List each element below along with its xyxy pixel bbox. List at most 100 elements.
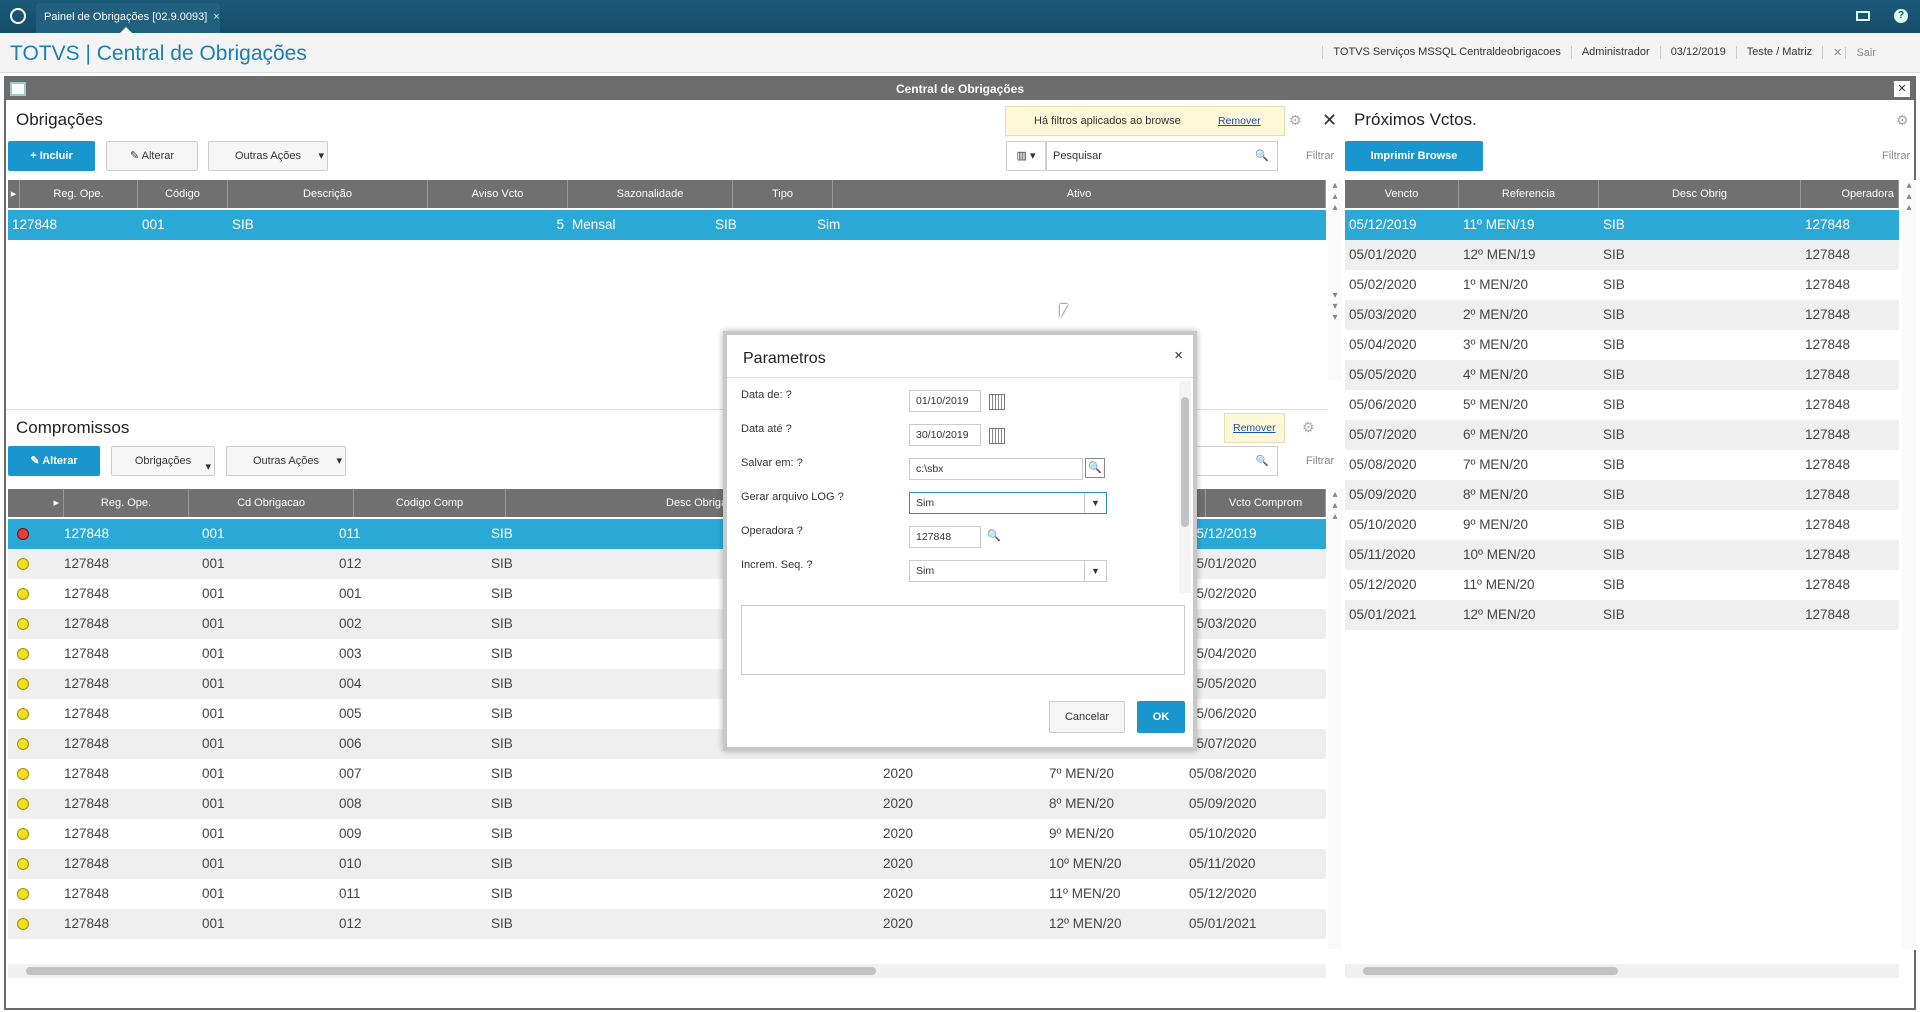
salvar-em-input[interactable]: c:\sbx bbox=[909, 458, 1083, 480]
proximos-settings-icon[interactable]: ⚙ bbox=[1896, 112, 1909, 129]
table-row[interactable]: 05/12/2019 11º MEN/19 SIB 127848 bbox=[1345, 210, 1899, 240]
col-ativo[interactable]: Ativo bbox=[833, 180, 1326, 208]
col-cd-obrigacao[interactable]: Cd Obrigacao bbox=[189, 489, 354, 517]
table-row[interactable]: 05/11/2020 10º MEN/20 SIB 127848 bbox=[1345, 540, 1899, 570]
status-dot-icon bbox=[8, 819, 60, 849]
table-row[interactable]: 05/10/2020 9º MEN/20 SIB 127848 bbox=[1345, 510, 1899, 540]
comp-obrigacoes-button[interactable]: Obrigações ▾ bbox=[111, 446, 215, 476]
comp-filtrar-link[interactable]: Filtrar bbox=[1306, 455, 1334, 467]
col-aviso-vcto[interactable]: Aviso Vcto bbox=[428, 180, 568, 208]
table-row[interactable]: 127848 001 009 SIB 2020 9º MEN/20 05/10/2020 bbox=[8, 819, 1326, 849]
ok-button[interactable]: OK bbox=[1137, 701, 1185, 733]
mouse-cursor-icon bbox=[1060, 304, 1068, 318]
col-sazonalidade[interactable]: Sazonalidade bbox=[568, 180, 733, 208]
table-row[interactable]: 05/06/2020 5º MEN/20 SIB 127848 bbox=[1345, 390, 1899, 420]
table-row[interactable]: 05/01/2020 12º MEN/19 SIB 127848 bbox=[1345, 240, 1899, 270]
chevron-down-icon[interactable]: ▼ bbox=[1084, 493, 1106, 513]
compromissos-settings-icon[interactable]: ⚙ bbox=[1302, 419, 1315, 436]
col-vencto[interactable]: Vencto bbox=[1345, 180, 1459, 208]
col-operadora[interactable]: Operadora bbox=[1801, 180, 1899, 208]
filtrar-link[interactable]: Filtrar bbox=[1306, 150, 1334, 162]
operadora-search-icon[interactable]: 🔍 bbox=[987, 529, 1001, 542]
data-de-input[interactable]: 01/10/2019 bbox=[909, 390, 981, 412]
alterar-button[interactable]: ✎ Alterar bbox=[106, 141, 198, 171]
comp-search-icon[interactable]: 🔍 bbox=[1256, 451, 1269, 471]
imprimir-browse-button[interactable]: Imprimir Browse bbox=[1345, 141, 1483, 171]
col-vcto-comprom[interactable]: Vcto Comprom bbox=[1206, 489, 1326, 517]
dialog-scrollbar[interactable] bbox=[1179, 381, 1191, 593]
window-close-icon[interactable]: ✕ bbox=[1894, 81, 1910, 97]
app-logo-icon[interactable] bbox=[10, 8, 26, 24]
comp-search-input[interactable]: 🔍 bbox=[1196, 446, 1278, 476]
gerar-log-select[interactable]: Sim ▼ bbox=[909, 492, 1107, 514]
compromissos-scrollbar[interactable]: ▴ ▴ ▴ bbox=[1328, 489, 1342, 949]
col-codigo-comp[interactable]: Codigo Comp bbox=[354, 489, 506, 517]
col-descricao[interactable]: Descrição bbox=[228, 180, 428, 208]
remove-filter-link[interactable]: Remover bbox=[1218, 107, 1261, 135]
table-row[interactable]: 05/02/2020 1º MEN/20 SIB 127848 bbox=[1345, 270, 1899, 300]
header-info: TOTVS Serviços MSSQL Centraldeobrigacoes… bbox=[1322, 46, 1896, 59]
table-row[interactable]: 127848 001 012 SIB 2020 12º MEN/20 05/01/2021 bbox=[8, 909, 1326, 939]
proximos-scrollbar[interactable]: ▴ ▴ ▴ bbox=[1902, 180, 1916, 950]
compromissos-remove-link[interactable]: Remover bbox=[1233, 422, 1276, 434]
table-row[interactable]: 127848 001 008 SIB 2020 8º MEN/20 05/09/2020 bbox=[8, 789, 1326, 819]
help-icon[interactable]: ? bbox=[1894, 9, 1908, 23]
cell-reg-ope: 127848 bbox=[64, 676, 110, 691]
search-input[interactable]: Pesquisar 🔍 bbox=[1046, 141, 1278, 171]
table-row[interactable]: 05/04/2020 3º MEN/20 SIB 127848 bbox=[1345, 330, 1899, 360]
col-reg-ope[interactable]: Reg. Ope. bbox=[64, 489, 189, 517]
proximos-filtrar-link[interactable]: Filtrar bbox=[1882, 150, 1910, 162]
table-row[interactable]: 127848 001 010 SIB 2020 10º MEN/20 05/11/2020 bbox=[8, 849, 1326, 879]
compromissos-hscroll[interactable] bbox=[8, 964, 1326, 978]
tab-close-icon[interactable]: × bbox=[213, 11, 219, 23]
cancelar-button[interactable]: Cancelar bbox=[1049, 701, 1125, 733]
table-row[interactable]: 05/07/2020 6º MEN/20 SIB 127848 bbox=[1345, 420, 1899, 450]
col-reg-ope[interactable]: Reg. Ope. bbox=[20, 180, 138, 208]
comp-alterar-button[interactable]: ✎ Alterar bbox=[8, 446, 100, 476]
columns-toggle-button[interactable]: ▥ ▾ bbox=[1006, 141, 1046, 171]
table-row[interactable]: 05/12/2020 11º MEN/20 SIB 127848 bbox=[1345, 570, 1899, 600]
tab-painel-obrigacoes[interactable]: Painel de Obrigações [02.9.0093] × bbox=[36, 3, 220, 33]
folder-search-icon[interactable]: 🔍 bbox=[1085, 458, 1105, 478]
table-row[interactable]: 05/09/2020 8º MEN/20 SIB 127848 bbox=[1345, 480, 1899, 510]
incluir-button[interactable]: + Incluir bbox=[8, 141, 95, 171]
increm-seq-select[interactable]: Sim ▼ bbox=[909, 560, 1107, 582]
scroll-thumb[interactable] bbox=[1363, 967, 1618, 975]
window-menu-icon[interactable] bbox=[10, 82, 26, 96]
scroll-thumb[interactable] bbox=[1181, 397, 1189, 527]
proximos-hscroll[interactable] bbox=[1345, 964, 1899, 978]
mail-icon[interactable] bbox=[1856, 11, 1870, 21]
table-row[interactable]: 127848 001 SIB 5 Mensal SIB Sim bbox=[8, 210, 1326, 240]
table-row[interactable]: 05/08/2020 7º MEN/20 SIB 127848 bbox=[1345, 450, 1899, 480]
chevron-down-icon[interactable]: ▼ bbox=[1084, 561, 1106, 581]
exit-button[interactable]: ✕ Sair bbox=[1822, 46, 1896, 59]
col-desc-obrig[interactable]: Desc Obrig bbox=[1599, 180, 1801, 208]
cell-ativo: Sim bbox=[817, 217, 841, 232]
col-tipo[interactable]: Tipo bbox=[733, 180, 833, 208]
calendar-icon[interactable] bbox=[989, 428, 1005, 444]
calendar-icon[interactable] bbox=[989, 394, 1005, 410]
help-textarea[interactable] bbox=[741, 605, 1185, 675]
operadora-input[interactable]: 127848 bbox=[909, 526, 981, 548]
table-row[interactable]: 127848 001 007 SIB 2020 7º MEN/20 05/08/2020 bbox=[8, 759, 1326, 789]
close-panel-icon[interactable]: ✕ bbox=[1322, 110, 1337, 131]
data-ate-input[interactable]: 30/10/2019 bbox=[909, 424, 981, 446]
dialog-close-icon[interactable]: × bbox=[1174, 347, 1183, 364]
table-row[interactable]: 127848 001 011 SIB 2020 11º MEN/20 05/12/2020 bbox=[8, 879, 1326, 909]
search-icon[interactable]: 🔍 bbox=[1255, 142, 1269, 170]
table-row[interactable]: 05/01/2021 12º MEN/20 SIB 127848 bbox=[1345, 600, 1899, 630]
col-referencia[interactable]: Referencia bbox=[1459, 180, 1599, 208]
table-row[interactable]: 05/03/2020 2º MEN/20 SIB 127848 bbox=[1345, 300, 1899, 330]
cell-reg-ope: 127848 bbox=[64, 646, 110, 661]
cell-reg-ope: 127848 bbox=[64, 616, 110, 631]
cell-vencto: 05/04/2020 bbox=[1349, 337, 1417, 352]
header-company: Teste / Matriz bbox=[1735, 46, 1822, 59]
table-row[interactable]: 05/05/2020 4º MEN/20 SIB 127848 bbox=[1345, 360, 1899, 390]
settings-icon[interactable]: ⚙ bbox=[1289, 112, 1302, 129]
cell-reg-ope: 127848 bbox=[64, 856, 110, 871]
obrigacoes-scrollbar[interactable]: ▴ ▴ ▴ ▾ ▾ ▾ bbox=[1328, 180, 1342, 380]
col-codigo[interactable]: Código bbox=[138, 180, 228, 208]
scroll-thumb[interactable] bbox=[26, 967, 876, 975]
outras-acoes-button[interactable]: Outras Ações ▾ bbox=[208, 141, 328, 171]
comp-outras-acoes-button[interactable]: Outras Ações ▾ bbox=[226, 446, 346, 476]
